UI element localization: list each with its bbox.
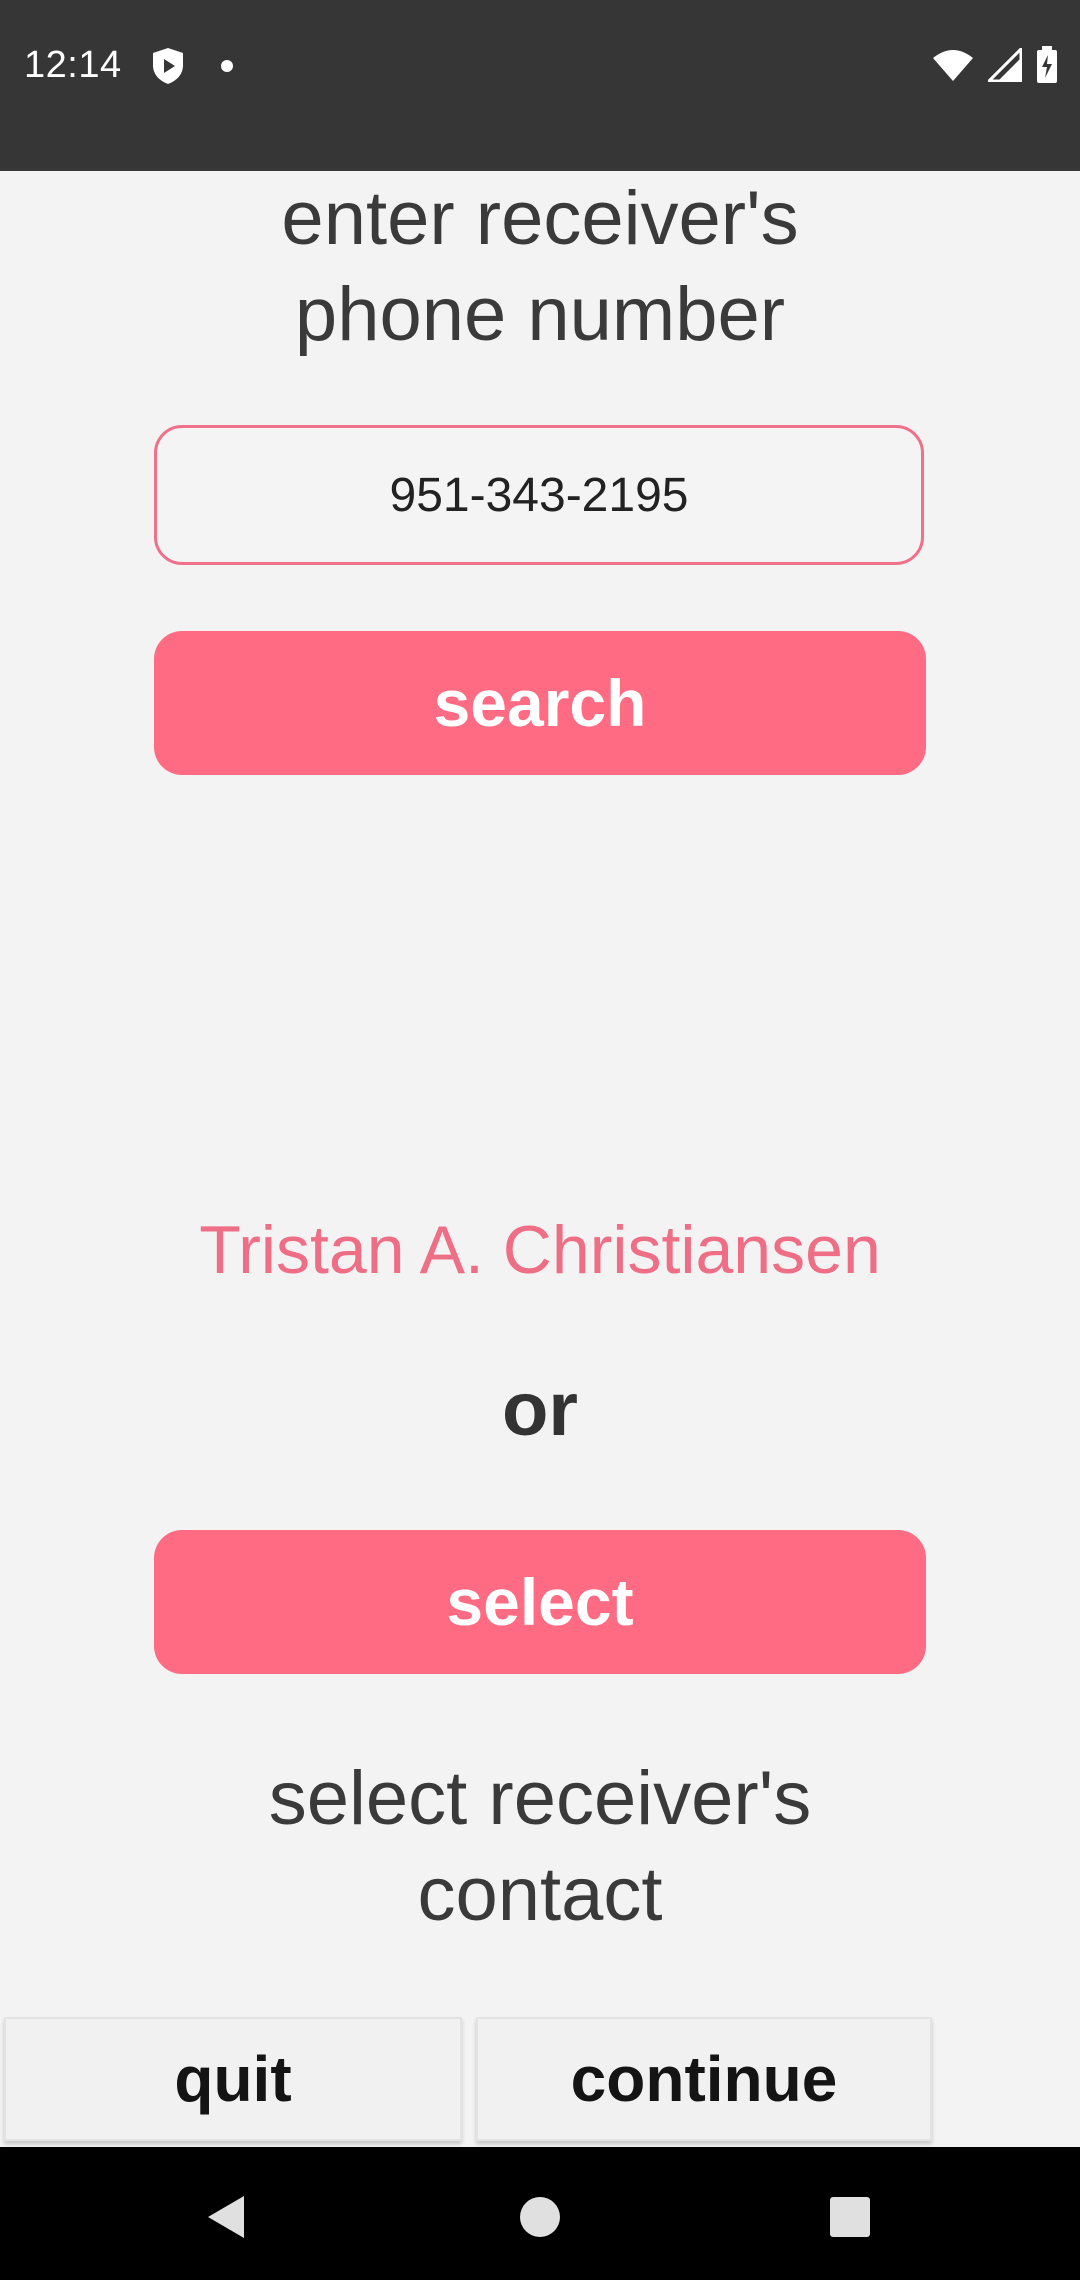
back-icon[interactable]	[198, 2189, 254, 2245]
recents-icon[interactable]	[822, 2189, 878, 2245]
phone-number-value: 951-343-2195	[389, 468, 689, 522]
phone-number-input[interactable]: 951-343-2195	[154, 425, 924, 565]
select-contact-hint: select receiver's contact	[0, 1751, 1080, 1943]
continue-button-label: continue	[570, 2043, 838, 2115]
navigation-bar	[0, 2147, 1080, 2280]
select-button[interactable]: select	[154, 1530, 926, 1674]
quit-button[interactable]: quit	[4, 2017, 462, 2141]
page-title-line1: enter receiver's	[281, 176, 799, 261]
status-right-icons	[932, 45, 1058, 89]
search-button[interactable]: search	[154, 631, 926, 775]
status-time: 12:14	[24, 44, 122, 86]
dot-icon	[220, 59, 234, 78]
wifi-icon	[932, 48, 974, 87]
status-left-icons	[150, 46, 234, 91]
receiver-name: Tristan A. Christiansen	[199, 1212, 881, 1288]
or-divider: or	[502, 1367, 578, 1452]
signal-icon	[985, 45, 1023, 87]
select-button-label: select	[446, 1565, 634, 1639]
continue-button[interactable]: continue	[476, 2017, 932, 2141]
home-icon[interactable]	[512, 2189, 568, 2245]
search-button-label: search	[433, 666, 647, 740]
select-hint-line1: select receiver's	[268, 1756, 812, 1841]
page-title: enter receiver's phone number	[0, 171, 1080, 363]
battery-charging-icon	[1036, 46, 1058, 89]
quit-button-label: quit	[174, 2043, 292, 2115]
main-content: enter receiver's phone number 951-343-21…	[0, 171, 1080, 2147]
select-hint-line2: contact	[417, 1852, 663, 1937]
shield-play-icon	[150, 46, 186, 91]
page-title-line2: phone number	[294, 272, 786, 357]
footer-buttons: quit continue	[0, 2017, 1080, 2147]
status-bar: 12:14	[0, 0, 1080, 171]
